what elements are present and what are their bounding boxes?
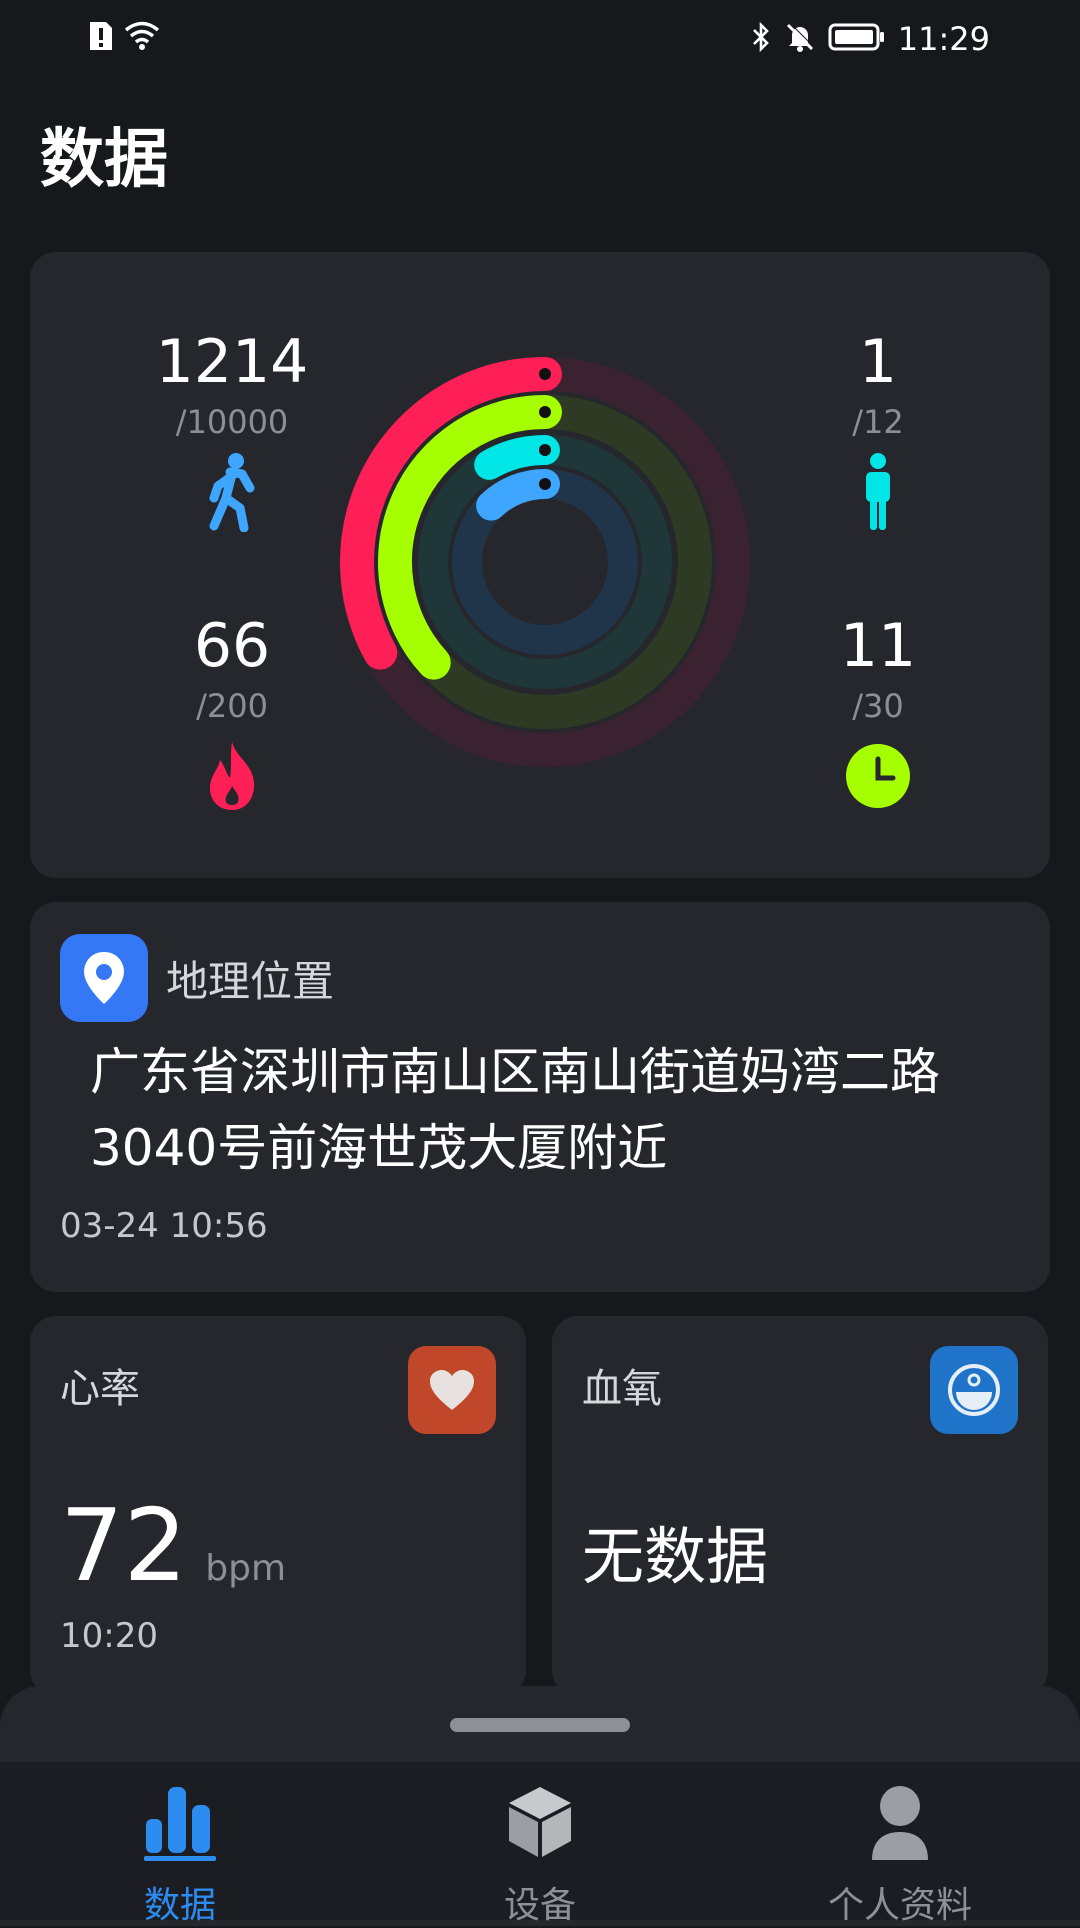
steps-goal: /10000 [175, 403, 289, 441]
exercise-stat: 11 /30 [778, 616, 978, 816]
nav-label: 设备 [503, 1885, 576, 1926]
sheet-drag-handle[interactable] [450, 1718, 630, 1732]
blood-oxygen-value: 无数据 [582, 1520, 769, 1593]
steps-stat: 1214 /10000 [132, 332, 332, 532]
bluetooth-icon [750, 21, 772, 57]
heart-rate-title: 心率 [60, 1366, 140, 1412]
page-title: 数据 [40, 123, 168, 197]
blood-oxygen-card[interactable]: 血氧 无数据 [552, 1316, 1048, 1696]
oxygen-drop-icon [930, 1346, 1018, 1434]
standing-stat: 1 /12 [778, 332, 978, 532]
cube-icon [420, 1778, 660, 1866]
flame-icon [132, 736, 332, 816]
location-card[interactable]: 地理位置 广东省深圳市南山区南山街道妈湾二路3040号前海世茂大厦附近 03-2… [30, 902, 1050, 1292]
heart-rate-card[interactable]: 心率 72 bpm 10:20 [30, 1316, 526, 1696]
activity-rings-chart [340, 357, 750, 767]
calories-goal: /200 [196, 687, 268, 725]
location-header: 地理位置 [60, 934, 334, 1022]
nav-label: 数据 [143, 1885, 216, 1926]
exercise-ring-marker [539, 406, 551, 418]
ring-center [485, 502, 605, 622]
location-title: 地理位置 [166, 956, 335, 1006]
bar-chart-icon [60, 1778, 300, 1866]
nav-tab-profile[interactable]: 个人资料 [780, 1778, 1020, 1928]
steps-ring-marker [539, 478, 551, 490]
standing-ring-marker [539, 444, 551, 456]
heart-rate-time: 10:20 [60, 1616, 158, 1656]
steps-value: 1214 [155, 327, 309, 397]
map-pin-icon [60, 934, 148, 1022]
heart-rate-reading: 72 bpm [60, 1496, 286, 1596]
standing-person-icon [778, 452, 978, 532]
activity-rings[interactable] [335, 352, 755, 772]
clock: 11:29 [897, 20, 990, 58]
location-timestamp: 03-24 10:56 [60, 1206, 268, 1246]
standing-ring-progress [474, 435, 560, 480]
activity-card[interactable]: 1214 /10000 66 /200 1 /12 11 /30 [30, 252, 1050, 878]
bottom-navigation: 数据 设备 个人资料 [0, 1762, 1080, 1926]
nav-label: 个人资料 [827, 1885, 972, 1926]
steps-ring-progress [476, 469, 560, 521]
heart-icon [408, 1346, 496, 1434]
status-bar: 11:29 [0, 0, 1080, 80]
calories-stat: 66 /200 [132, 616, 332, 816]
nav-tab-devices[interactable]: 设备 [420, 1778, 660, 1928]
calories-value: 66 [193, 611, 271, 681]
standing-value: 1 [858, 327, 898, 397]
walking-icon [132, 452, 332, 532]
mute-bell-icon [784, 21, 816, 57]
heart-rate-value: 72 [60, 1487, 188, 1604]
location-address: 广东省深圳市南山区南山街道妈湾二路3040号前海世茂大厦附近 [90, 1043, 940, 1177]
standing-goal: /12 [852, 403, 904, 441]
exercise-goal: /30 [852, 687, 904, 725]
calories-ring-marker [539, 368, 551, 380]
nav-tab-data[interactable]: 数据 [60, 1778, 300, 1928]
heart-rate-unit: bpm [205, 1548, 287, 1589]
exercise-value: 11 [839, 611, 917, 681]
clock-icon [778, 736, 978, 816]
blood-oxygen-title: 血氧 [582, 1366, 662, 1412]
wifi-icon [124, 21, 160, 55]
battery-icon [828, 22, 886, 56]
person-icon [780, 1778, 1020, 1866]
sim-alert-icon [88, 20, 114, 56]
